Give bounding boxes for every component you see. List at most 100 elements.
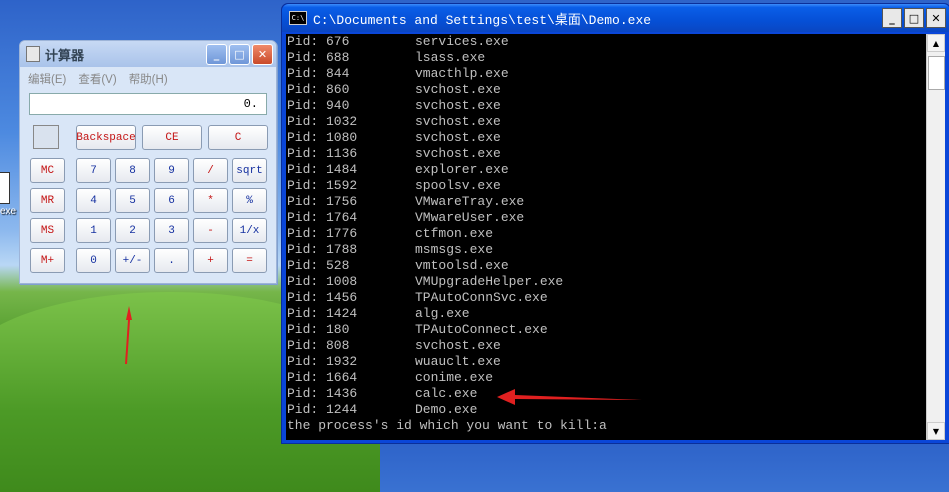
process-line: Pid: 940 svchost.exe (286, 98, 926, 114)
console-close-button[interactable]: ✕ (926, 8, 946, 28)
digit-9-button[interactable]: 9 (154, 158, 189, 183)
process-name: svchost.exe (415, 130, 501, 145)
process-line: Pid: 1756 VMwareTray.exe (286, 194, 926, 210)
multiply-button[interactable]: * (193, 188, 228, 213)
console-title: C:\Documents and Settings\test\桌面\Demo.e… (313, 12, 652, 28)
process-name: VMwareUser.exe (415, 210, 525, 225)
process-pid: Pid: 1764 (287, 210, 358, 225)
percent-button[interactable]: % (232, 188, 267, 213)
process-line: Pid: 1592 spoolsv.exe (286, 178, 926, 194)
add-button[interactable]: + (193, 248, 228, 273)
process-name: services.exe (415, 34, 509, 49)
desktop-file-icon[interactable] (0, 172, 10, 204)
process-line: Pid: 180 TPAutoConnect.exe (286, 322, 926, 338)
equals-button[interactable]: = (232, 248, 267, 273)
process-name: calc.exe (415, 386, 478, 401)
decimal-button[interactable]: . (154, 248, 189, 273)
process-line: Pid: 860 svchost.exe (286, 82, 926, 98)
process-name: ctfmon.exe (415, 226, 494, 241)
process-pid: Pid: 1008 (287, 274, 358, 289)
process-name: explorer.exe (415, 162, 509, 177)
digit-1-button[interactable]: 1 (76, 218, 111, 243)
process-pid: Pid: 1080 (287, 130, 358, 145)
digit-7-button[interactable]: 7 (76, 158, 111, 183)
memory-indicator (33, 125, 59, 149)
minimize-button[interactable]: _ (206, 43, 227, 65)
process-line: Pid: 1136 svchost.exe (286, 146, 926, 162)
calculator-menubar: 编辑(E) 查看(V) 帮助(H) (20, 67, 276, 91)
red-arrow-annotation-icon (125, 306, 132, 364)
process-name: conime.exe (415, 370, 494, 385)
digit-6-button[interactable]: 6 (154, 188, 189, 213)
calculator-app-icon (26, 46, 40, 62)
mplus-button[interactable]: M+ (30, 248, 65, 273)
digit-8-button[interactable]: 8 (115, 158, 150, 183)
scroll-down-icon[interactable]: ▼ (927, 422, 945, 440)
scroll-up-icon[interactable]: ▲ (927, 34, 945, 52)
red-arrow-annotation-icon (497, 389, 642, 405)
process-pid: Pid: 1776 (287, 226, 358, 241)
process-line: Pid: 844 vmacthlp.exe (286, 66, 926, 82)
process-pid: Pid: 676 (287, 34, 350, 49)
process-line: Pid: 1764 VMwareUser.exe (286, 210, 926, 226)
process-name: svchost.exe (415, 146, 501, 161)
process-pid: Pid: 1136 (287, 146, 358, 161)
process-line: Pid: 676 services.exe (286, 34, 926, 50)
process-name: svchost.exe (415, 98, 501, 113)
ce-button[interactable]: CE (142, 125, 202, 150)
console-app-icon: C:\ (289, 11, 307, 25)
process-line: Pid: 1932 wuauclt.exe (286, 354, 926, 370)
calculator-titlebar[interactable]: 计算器 _ □ ✕ (20, 41, 276, 67)
subtract-button[interactable]: - (193, 218, 228, 243)
digit-0-button[interactable]: 0 (76, 248, 111, 273)
process-pid: Pid: 940 (287, 98, 350, 113)
clear-button[interactable]: C (208, 125, 268, 150)
process-pid: Pid: 844 (287, 66, 350, 81)
calculator-window: 计算器 _ □ ✕ 编辑(E) 查看(V) 帮助(H) 0. Backspace… (19, 40, 277, 284)
mr-button[interactable]: MR (30, 188, 65, 213)
process-name: spoolsv.exe (415, 178, 501, 193)
close-button[interactable]: ✕ (252, 43, 273, 65)
process-line: Pid: 1008 VMUpgradeHelper.exe (286, 274, 926, 290)
process-pid: Pid: 180 (287, 322, 350, 337)
process-name: svchost.exe (415, 82, 501, 97)
process-line: Pid: 808 svchost.exe (286, 338, 926, 354)
process-name: alg.exe (415, 306, 470, 321)
console-minimize-button[interactable]: _ (882, 8, 902, 28)
menu-help[interactable]: 帮助(H) (129, 71, 168, 87)
process-name: msmsgs.exe (415, 242, 494, 257)
mc-button[interactable]: MC (30, 158, 65, 183)
menu-edit[interactable]: 编辑(E) (28, 71, 66, 87)
sign-button[interactable]: +/- (115, 248, 150, 273)
desktop-icon-label[interactable]: exe (0, 206, 16, 217)
digit-3-button[interactable]: 3 (154, 218, 189, 243)
process-pid: Pid: 1032 (287, 114, 358, 129)
calculator-display: 0. (29, 93, 267, 115)
console-scrollbar[interactable]: ▲ ▼ (926, 34, 945, 440)
menu-view[interactable]: 查看(V) (78, 71, 116, 87)
console-titlebar[interactable]: C:\ C:\Documents and Settings\test\桌面\De… (282, 4, 949, 32)
console-output[interactable]: Pid: 676 services.exe Pid: 688 lsass.exe Pid… (286, 34, 926, 440)
digit-5-button[interactable]: 5 (115, 188, 150, 213)
process-pid: Pid: 688 (287, 50, 350, 65)
process-line: Pid: 528 vmtoolsd.exe (286, 258, 926, 274)
process-pid: Pid: 1756 (287, 194, 358, 209)
process-name: svchost.exe (415, 114, 501, 129)
console-maximize-button[interactable]: □ (904, 8, 924, 28)
process-pid: Pid: 1664 (287, 370, 358, 385)
digit-2-button[interactable]: 2 (115, 218, 150, 243)
reciprocal-button[interactable]: 1/x (232, 218, 267, 243)
process-line: Pid: 1032 svchost.exe (286, 114, 926, 130)
backspace-button[interactable]: Backspace (76, 125, 136, 150)
process-name: TPAutoConnSvc.exe (415, 290, 548, 305)
divide-button[interactable]: / (193, 158, 228, 183)
process-pid: Pid: 1436 (287, 386, 358, 401)
sqrt-button[interactable]: sqrt (232, 158, 267, 183)
process-pid: Pid: 1456 (287, 290, 358, 305)
process-line: Pid: 1424 alg.exe (286, 306, 926, 322)
digit-4-button[interactable]: 4 (76, 188, 111, 213)
scrollbar-thumb[interactable] (928, 56, 945, 90)
ms-button[interactable]: MS (30, 218, 65, 243)
kill-prompt[interactable]: the process's id which you want to kill:… (286, 418, 926, 434)
process-line: Pid: 1080 svchost.exe (286, 130, 926, 146)
